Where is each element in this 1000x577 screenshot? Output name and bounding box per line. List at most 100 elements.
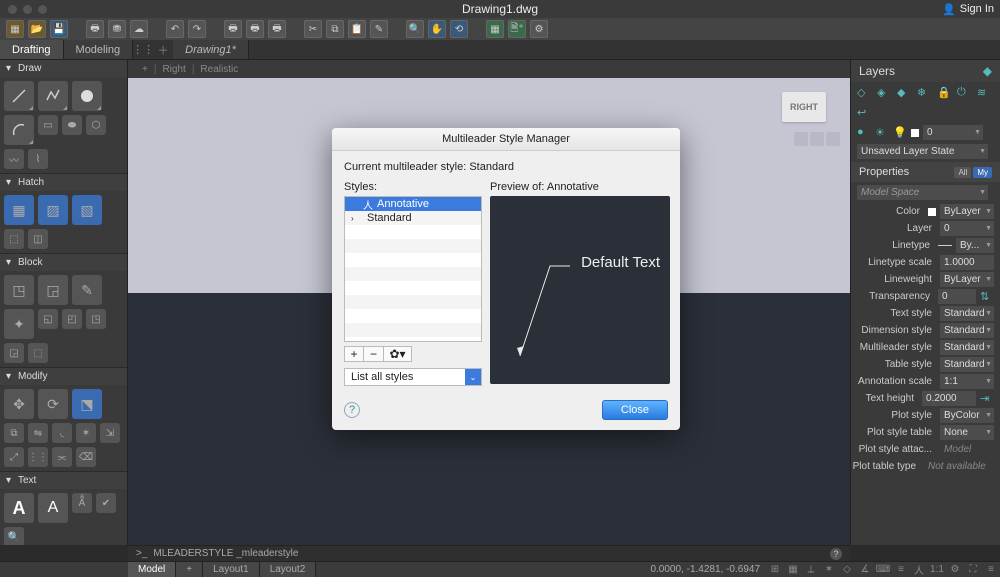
render-icon[interactable]: ▦ xyxy=(486,20,504,38)
block-attr-icon[interactable]: ✦ xyxy=(4,309,34,339)
stretch-tool-icon[interactable]: ⇲ xyxy=(100,423,120,443)
text-tool-icon[interactable]: A xyxy=(38,493,68,523)
properties-filter-my[interactable]: My xyxy=(973,167,992,178)
text-style-icon[interactable]: Aͣ xyxy=(72,493,92,513)
remove-style-button[interactable]: − xyxy=(364,346,384,362)
hatch-tool-icon[interactable]: ▦ xyxy=(4,195,34,225)
erase-tool-icon[interactable]: ⌫ xyxy=(76,447,96,467)
style-row-standard[interactable]: ›Standard xyxy=(345,211,481,225)
fillet-tool-icon[interactable]: ◟ xyxy=(52,423,72,443)
online-options-icon[interactable]: ⛃ xyxy=(108,20,126,38)
status-gear-icon[interactable]: ⚙ xyxy=(947,563,963,577)
rectangle-tool-icon[interactable]: ▭ xyxy=(38,115,58,135)
scale-tool-icon[interactable]: ⤢ xyxy=(4,447,24,467)
helix-tool-icon[interactable]: ⌇ xyxy=(28,149,48,169)
prop-plotstyle-value[interactable]: ByColor▼ xyxy=(940,408,994,423)
prop-dimstyle-value[interactable]: Standard▼ xyxy=(940,323,994,338)
spline-tool-icon[interactable]: 〰 xyxy=(4,149,24,169)
visual-style-label[interactable]: Realistic xyxy=(200,64,238,75)
block-b-icon[interactable]: ◰ xyxy=(62,309,82,329)
textheight-edit-icon[interactable]: ⇥ xyxy=(980,392,994,406)
style-row-annotative[interactable]: 人Annotative xyxy=(345,197,481,211)
mirror-tool-icon[interactable]: ⇋ xyxy=(28,423,48,443)
prop-color-value[interactable]: ByLayer▼ xyxy=(940,204,994,219)
gradient-tool-icon[interactable]: ▨ xyxy=(38,195,68,225)
layer-lock-icon[interactable]: 🔒 xyxy=(937,86,951,100)
viewcube[interactable]: RIGHT xyxy=(782,92,826,122)
offset-tool-icon[interactable]: ⫘ xyxy=(52,447,72,467)
style-options-button[interactable]: ✿▾ xyxy=(384,346,412,362)
match-icon[interactable]: ✎ xyxy=(370,20,388,38)
prop-mleaderstyle-value[interactable]: Standard▼ xyxy=(940,340,994,355)
tab-grip-icon[interactable]: ⋮⋮ xyxy=(133,40,153,59)
view-direction-label[interactable]: Right xyxy=(162,64,185,75)
block-a-icon[interactable]: ◱ xyxy=(38,309,58,329)
navigation-bar[interactable] xyxy=(794,132,840,146)
status-ortho-icon[interactable]: ⟂ xyxy=(803,563,819,577)
layer-bulb-icon[interactable]: 💡 xyxy=(893,126,907,140)
orbit-icon[interactable]: ⟲ xyxy=(450,20,468,38)
transparency-edit-icon[interactable]: ⇅ xyxy=(980,290,994,304)
prop-annoscale-value[interactable]: 1:1▼ xyxy=(940,374,994,389)
layout-tab-model[interactable]: Model xyxy=(128,562,176,577)
status-polar-icon[interactable]: ✶ xyxy=(821,563,837,577)
command-line[interactable]: >_ MLEADERSTYLE _mleaderstyle ? xyxy=(128,545,850,561)
prop-layer-value[interactable]: 0▼ xyxy=(940,221,994,236)
status-osnap-icon[interactable]: ◇ xyxy=(839,563,855,577)
explode-tool-icon[interactable]: ✶ xyxy=(76,423,96,443)
zoom-window-icon[interactable] xyxy=(38,5,47,14)
status-snap-icon[interactable]: ⊞ xyxy=(767,563,783,577)
layer-sun-icon[interactable]: ☀ xyxy=(875,126,889,140)
status-otrack-icon[interactable]: ∡ xyxy=(857,563,873,577)
circle-tool-icon[interactable] xyxy=(72,81,102,111)
command-help-icon[interactable]: ? xyxy=(830,548,842,560)
dialog-help-button[interactable]: ? xyxy=(344,402,360,418)
styles-list[interactable]: 人Annotative ›Standard xyxy=(344,196,482,342)
trim-tool-icon[interactable]: ⬔ xyxy=(72,389,102,419)
boundary-tool-icon[interactable]: ▧ xyxy=(72,195,102,225)
plot-preview-icon[interactable]: 🖶 xyxy=(86,20,104,38)
block-e-icon[interactable]: ⬚ xyxy=(28,343,48,363)
line-tool-icon[interactable] xyxy=(4,81,34,111)
cut-icon[interactable]: ✂ xyxy=(304,20,322,38)
status-dyn-icon[interactable]: ⌨ xyxy=(875,563,891,577)
layer-states-icon[interactable]: ◈ xyxy=(877,86,891,100)
copy-tool-icon[interactable]: ⧉ xyxy=(4,423,24,443)
polyline-tool-icon[interactable] xyxy=(38,81,68,111)
layer-off-icon[interactable]: ⏻ xyxy=(957,86,971,100)
properties-panel-header[interactable]: Properties AllMy xyxy=(851,162,1000,182)
close-window-icon[interactable] xyxy=(8,5,17,14)
xref-icon[interactable]: 🗎⁺ xyxy=(508,20,526,38)
properties-filter-all[interactable]: All xyxy=(954,167,971,178)
layer-color-icon[interactable]: ● xyxy=(857,126,871,140)
create-block-icon[interactable]: ◲ xyxy=(38,275,68,305)
add-style-button[interactable]: + xyxy=(344,346,364,362)
ellipse-tool-icon[interactable]: ⬬ xyxy=(62,115,82,135)
prop-plottable-value[interactable]: None▼ xyxy=(940,425,994,440)
layout-tab-layout1[interactable]: Layout1 xyxy=(203,562,260,577)
status-menu-icon[interactable]: ≡ xyxy=(983,563,999,577)
wipeout-tool-icon[interactable]: ◫ xyxy=(28,229,48,249)
prop-tablestyle-value[interactable]: Standard▼ xyxy=(940,357,994,372)
current-layer-dropdown[interactable]: 0▼ xyxy=(923,125,983,140)
layer-prev-icon[interactable]: ↩ xyxy=(857,106,871,120)
polygon-tool-icon[interactable]: ⬡ xyxy=(86,115,106,135)
layer-iso-icon[interactable]: ◆ xyxy=(897,86,911,100)
spellcheck-icon[interactable]: ✔ xyxy=(96,493,116,513)
new-icon[interactable]: ▦ xyxy=(6,20,24,38)
layer-swatch-icon[interactable] xyxy=(911,129,919,137)
layer-new-icon[interactable]: ◇ xyxy=(857,86,871,100)
open-icon[interactable]: 📂 xyxy=(28,20,46,38)
copy-icon[interactable]: ⧉ xyxy=(326,20,344,38)
prop-lineweight-value[interactable]: ByLayer▼ xyxy=(940,272,994,287)
status-anno-icon[interactable]: 人 xyxy=(911,563,927,577)
cloud-icon[interactable]: ☁ xyxy=(130,20,148,38)
find-text-icon[interactable]: 🔍 xyxy=(4,527,24,545)
layer-freeze-icon[interactable]: ❄ xyxy=(917,86,931,100)
status-annoscale-label[interactable]: 1:1 xyxy=(929,563,945,577)
rotate-tool-icon[interactable]: ⟳ xyxy=(38,389,68,419)
edit-block-icon[interactable]: ✎ xyxy=(72,275,102,305)
layer-state-dropdown[interactable]: Unsaved Layer State▼ xyxy=(857,144,988,159)
status-maximize-icon[interactable]: ⛶ xyxy=(965,563,981,577)
block-d-icon[interactable]: ◲ xyxy=(4,343,24,363)
